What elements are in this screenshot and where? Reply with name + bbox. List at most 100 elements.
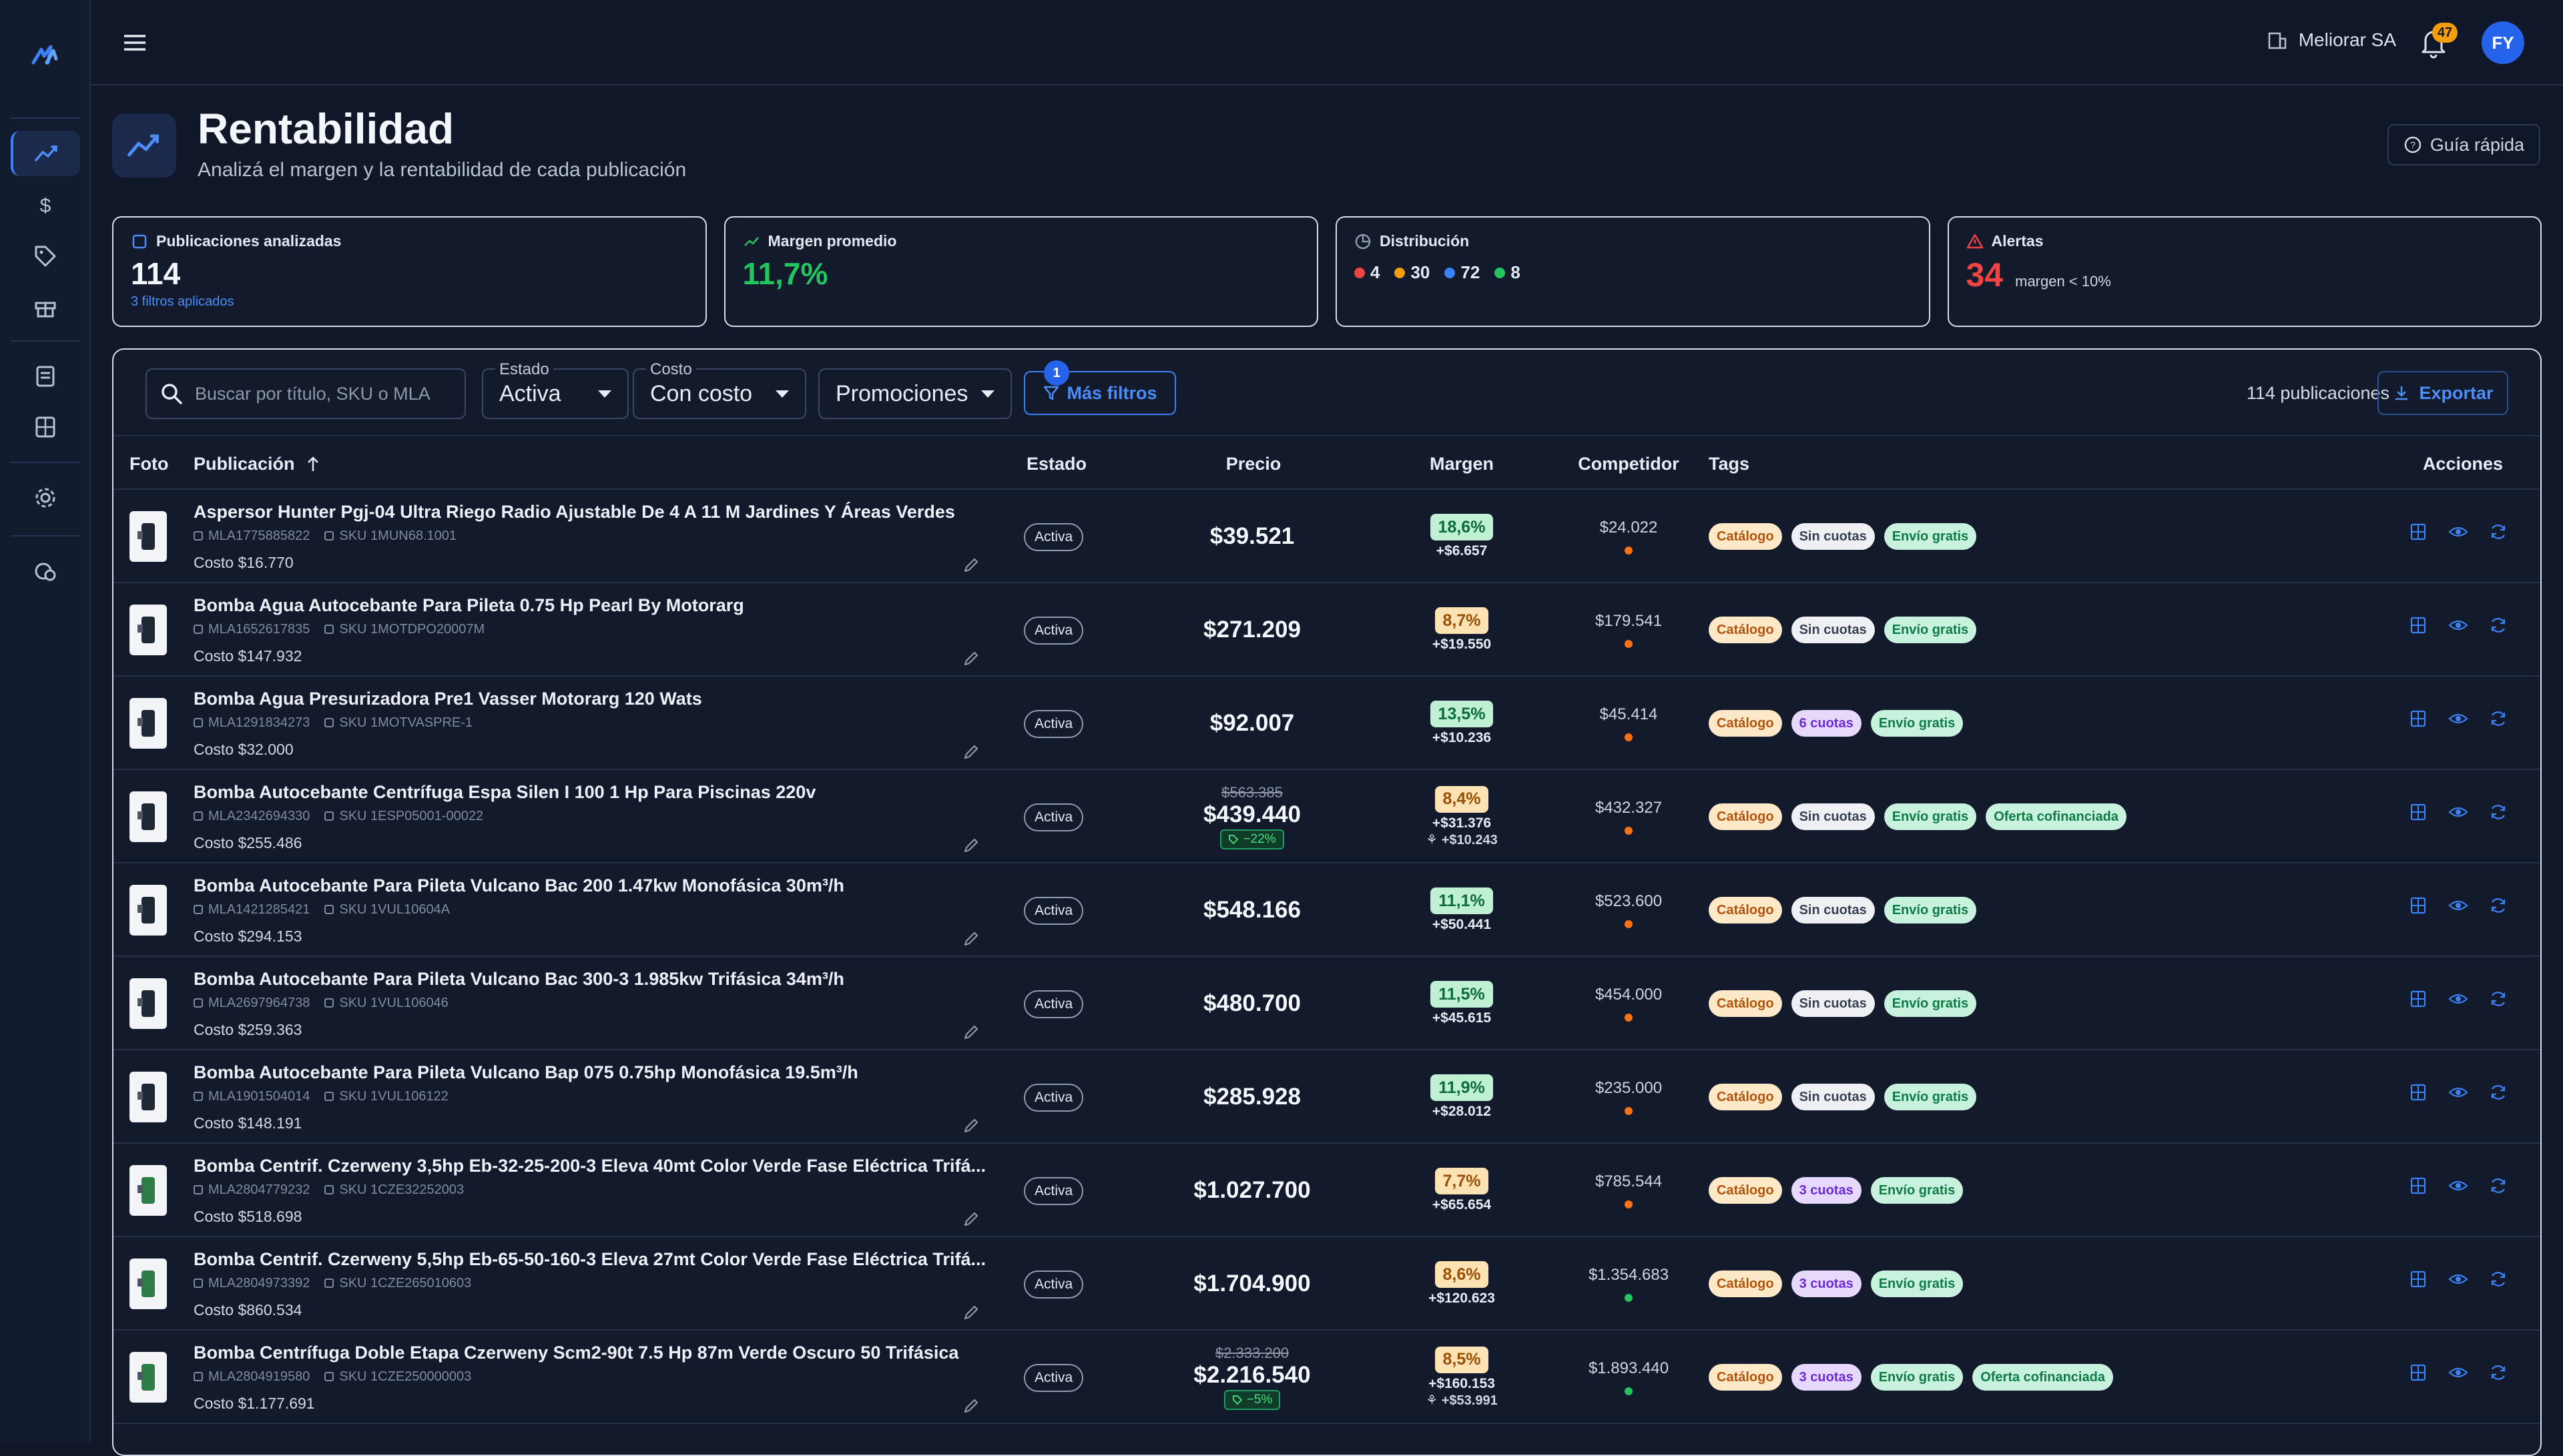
product-mla[interactable]: MLA1652617835: [194, 622, 310, 637]
pencil-icon[interactable]: [962, 1117, 980, 1134]
product-thumbnail[interactable]: [129, 698, 167, 749]
product-sku[interactable]: SKU 1CZE265010603: [324, 1276, 471, 1291]
product-title[interactable]: Bomba Centrif. Czerweny 5,5hp Eb-65-50-1…: [194, 1249, 1101, 1270]
product-sku[interactable]: SKU 1ESP05001-00022: [324, 809, 483, 824]
product-sku[interactable]: SKU 1VUL106122: [324, 1089, 449, 1104]
table-row[interactable]: Bomba Autocebante Para Pileta Vulcano Ba…: [113, 957, 2540, 1050]
eye-icon[interactable]: [2448, 802, 2468, 822]
pencil-icon[interactable]: [962, 930, 980, 948]
product-thumbnail[interactable]: [129, 1165, 167, 1216]
col-publicacion[interactable]: Publicación: [194, 454, 322, 474]
product-thumbnail[interactable]: [129, 885, 167, 936]
table-row[interactable]: Bomba Agua Autocebante Para Pileta 0.75 …: [113, 583, 2540, 677]
estado-select[interactable]: Estado Activa: [482, 360, 629, 419]
product-mla[interactable]: MLA1775885822: [194, 528, 310, 544]
product-mla[interactable]: MLA2697964738: [194, 996, 310, 1011]
sidebar-item-precios[interactable]: $: [11, 183, 80, 228]
product-mla[interactable]: MLA1291834273: [194, 715, 310, 731]
table-row[interactable]: Bomba Agua Presurizadora Pre1 Vasser Mot…: [113, 677, 2540, 770]
card-analyzed-note[interactable]: 3 filtros aplicados: [131, 294, 688, 310]
refresh-icon[interactable]: [2488, 1363, 2508, 1383]
table-row[interactable]: Bomba Centrif. Czerweny 3,5hp Eb-32-25-2…: [113, 1144, 2540, 1237]
product-sku[interactable]: SKU 1VUL10604A: [324, 902, 450, 918]
refresh-icon[interactable]: [2488, 522, 2508, 542]
eye-icon[interactable]: [2448, 989, 2468, 1009]
sidebar-item-regalos[interactable]: [11, 284, 80, 330]
pencil-icon[interactable]: [962, 743, 980, 761]
product-mla[interactable]: MLA2804973392: [194, 1276, 310, 1291]
product-thumbnail[interactable]: [129, 978, 167, 1029]
company-selector[interactable]: Meliorar SA: [2267, 29, 2396, 51]
search-input[interactable]: Buscar por título, SKU o MLA: [146, 368, 466, 419]
product-title[interactable]: Bomba Autocebante Para Pileta Vulcano Ba…: [194, 875, 1101, 896]
refresh-icon[interactable]: [2488, 895, 2508, 916]
avatar[interactable]: FY: [2482, 21, 2524, 64]
table-row[interactable]: Bomba Centrif. Czerweny 5,5hp Eb-65-50-1…: [113, 1237, 2540, 1331]
table-row[interactable]: Aspersor Hunter Pgj-04 Ultra Riego Radio…: [113, 490, 2540, 583]
product-title[interactable]: Bomba Autocebante Para Pileta Vulcano Ba…: [194, 969, 1101, 990]
export-button[interactable]: Exportar: [2377, 371, 2508, 415]
product-mla[interactable]: MLA1421285421: [194, 902, 310, 918]
product-title[interactable]: Bomba Centrífuga Doble Etapa Czerweny Sc…: [194, 1343, 1101, 1363]
eye-icon[interactable]: [2448, 1363, 2468, 1383]
sidebar-item-cuenta[interactable]: [11, 549, 80, 594]
product-thumbnail[interactable]: [129, 1072, 167, 1122]
table-row[interactable]: Bomba Autocebante Centrífuga Espa Silen …: [113, 770, 2540, 863]
calculator-icon[interactable]: [2408, 989, 2428, 1009]
menu-icon[interactable]: [121, 29, 148, 56]
more-filters-button[interactable]: 1 Más filtros: [1024, 360, 1176, 415]
eye-icon[interactable]: [2448, 1269, 2468, 1289]
product-mla[interactable]: MLA1901504014: [194, 1089, 310, 1104]
eye-icon[interactable]: [2448, 1176, 2468, 1196]
sidebar-item-reportes[interactable]: [11, 354, 80, 399]
calculator-icon[interactable]: [2408, 522, 2428, 542]
product-title[interactable]: Aspersor Hunter Pgj-04 Ultra Riego Radio…: [194, 502, 1101, 522]
product-sku[interactable]: SKU 1MOTDPO20007M: [324, 622, 485, 637]
guide-button[interactable]: ? Guía rápida: [2387, 124, 2540, 165]
product-thumbnail[interactable]: [129, 511, 167, 562]
app-logo-icon[interactable]: [29, 39, 61, 71]
table-row[interactable]: Bomba Centrífuga Doble Etapa Czerweny Sc…: [113, 1331, 2540, 1424]
pencil-icon[interactable]: [962, 837, 980, 854]
table-row[interactable]: Bomba Autocebante Para Pileta Vulcano Ba…: [113, 1050, 2540, 1144]
refresh-icon[interactable]: [2488, 1176, 2508, 1196]
product-sku[interactable]: SKU 1CZE250000003: [324, 1369, 471, 1385]
product-mla[interactable]: MLA2804779232: [194, 1182, 310, 1198]
sidebar-item-promociones[interactable]: [11, 234, 80, 279]
product-thumbnail[interactable]: [129, 605, 167, 655]
pencil-icon[interactable]: [962, 1024, 980, 1041]
refresh-icon[interactable]: [2488, 1082, 2508, 1102]
calculator-icon[interactable]: [2408, 895, 2428, 916]
product-thumbnail[interactable]: [129, 1258, 167, 1309]
refresh-icon[interactable]: [2488, 989, 2508, 1009]
eye-icon[interactable]: [2448, 522, 2468, 542]
eye-icon[interactable]: [2448, 615, 2468, 635]
eye-icon[interactable]: [2448, 1082, 2468, 1102]
notifications-button[interactable]: 47: [2417, 23, 2458, 60]
pencil-icon[interactable]: [962, 1397, 980, 1415]
calculator-icon[interactable]: [2408, 1176, 2428, 1196]
product-mla[interactable]: MLA2342694330: [194, 809, 310, 824]
sidebar-item-calculadora[interactable]: [11, 404, 80, 450]
pencil-icon[interactable]: [962, 1210, 980, 1228]
product-mla[interactable]: MLA2804919580: [194, 1369, 310, 1385]
table-row[interactable]: Bomba Autocebante Para Pileta Vulcano Ba…: [113, 863, 2540, 957]
product-title[interactable]: Bomba Autocebante Centrífuga Espa Silen …: [194, 782, 1101, 803]
eye-icon[interactable]: [2448, 709, 2468, 729]
refresh-icon[interactable]: [2488, 709, 2508, 729]
product-title[interactable]: Bomba Agua Autocebante Para Pileta 0.75 …: [194, 595, 1101, 616]
product-sku[interactable]: SKU 1MOTVASPRE-1: [324, 715, 473, 731]
pencil-icon[interactable]: [962, 650, 980, 667]
refresh-icon[interactable]: [2488, 615, 2508, 635]
eye-icon[interactable]: [2448, 895, 2468, 916]
pencil-icon[interactable]: [962, 1304, 980, 1321]
pencil-icon[interactable]: [962, 557, 980, 574]
refresh-icon[interactable]: [2488, 1269, 2508, 1289]
product-sku[interactable]: SKU 1VUL106046: [324, 996, 449, 1011]
product-sku[interactable]: SKU 1MUN68.1001: [324, 528, 457, 544]
sidebar-item-rentabilidad[interactable]: [11, 131, 80, 176]
sidebar-item-configuracion[interactable]: [11, 475, 80, 520]
product-title[interactable]: Bomba Centrif. Czerweny 3,5hp Eb-32-25-2…: [194, 1156, 1101, 1176]
product-title[interactable]: Bomba Agua Presurizadora Pre1 Vasser Mot…: [194, 689, 1101, 709]
calculator-icon[interactable]: [2408, 709, 2428, 729]
